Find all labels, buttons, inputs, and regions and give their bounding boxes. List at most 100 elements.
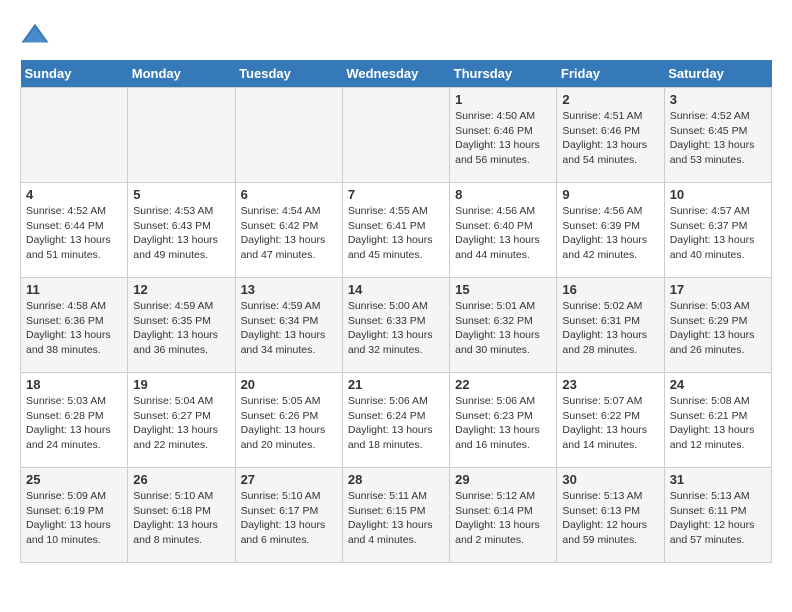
day-info: Sunrise: 5:05 AMSunset: 6:26 PMDaylight:… <box>241 394 337 453</box>
calendar-cell: 4 Sunrise: 4:52 AMSunset: 6:44 PMDaylight… <box>21 183 128 278</box>
day-number: 29 <box>455 472 551 487</box>
day-number: 12 <box>133 282 229 297</box>
calendar-cell: 25 Sunrise: 5:09 AMSunset: 6:19 PMDayligh… <box>21 468 128 563</box>
day-number: 25 <box>26 472 122 487</box>
calendar-cell <box>21 88 128 183</box>
calendar-cell: 27Sunrise: 5:10 AMSunset: 6:17 PMDayligh… <box>235 468 342 563</box>
calendar-cell: 15 Sunrise: 5:01 AMSunset: 6:32 PMDayligh… <box>450 278 557 373</box>
calendar-week-row: 1Sunrise: 4:50 AMSunset: 6:46 PMDaylight… <box>21 88 772 183</box>
calendar-cell: 1Sunrise: 4:50 AMSunset: 6:46 PMDaylight… <box>450 88 557 183</box>
day-number: 13 <box>241 282 337 297</box>
day-info: Sunrise: 5:10 AMSunset: 6:18 PMDaylight:… <box>133 489 229 548</box>
day-info: Sunrise: 5:12 AMSunset: 6:14 PMDaylight:… <box>455 489 551 548</box>
day-number: 2 <box>562 92 658 107</box>
weekday-header-friday: Friday <box>557 60 664 88</box>
day-info: Sunrise: 4:56 AMSunset: 6:40 PMDaylight:… <box>455 204 551 263</box>
calendar-cell: 18 Sunrise: 5:03 AMSunset: 6:28 PMDayligh… <box>21 373 128 468</box>
calendar-cell <box>128 88 235 183</box>
day-number: 10 <box>670 187 766 202</box>
weekday-header-wednesday: Wednesday <box>342 60 449 88</box>
calendar-cell: 24 Sunrise: 5:08 AMSunset: 6:21 PMDayligh… <box>664 373 771 468</box>
day-info: Sunrise: 4:58 AMSunset: 6:36 PMDaylight:… <box>26 299 122 358</box>
day-info: Sunrise: 5:07 AMSunset: 6:22 PMDaylight:… <box>562 394 658 453</box>
day-number: 5 <box>133 187 229 202</box>
day-info: Sunrise: 4:55 AMSunset: 6:41 PMDaylight:… <box>348 204 444 263</box>
calendar-cell: 6 Sunrise: 4:54 AMSunset: 6:42 PMDaylight… <box>235 183 342 278</box>
day-info: Sunrise: 4:52 AMSunset: 6:45 PMDaylight:… <box>670 109 766 168</box>
calendar-week-row: 18 Sunrise: 5:03 AMSunset: 6:28 PMDayligh… <box>21 373 772 468</box>
day-number: 17 <box>670 282 766 297</box>
calendar-cell: 11 Sunrise: 4:58 AMSunset: 6:36 PMDayligh… <box>21 278 128 373</box>
day-info: Sunrise: 4:57 AMSunset: 6:37 PMDaylight:… <box>670 204 766 263</box>
day-number: 28 <box>348 472 444 487</box>
day-info: Sunrise: 4:54 AMSunset: 6:42 PMDaylight:… <box>241 204 337 263</box>
calendar-cell: 20 Sunrise: 5:05 AMSunset: 6:26 PMDayligh… <box>235 373 342 468</box>
day-info: Sunrise: 4:53 AMSunset: 6:43 PMDaylight:… <box>133 204 229 263</box>
day-number: 7 <box>348 187 444 202</box>
day-info: Sunrise: 5:11 AMSunset: 6:15 PMDaylight:… <box>348 489 444 548</box>
calendar-cell: 2 Sunrise: 4:51 AMSunset: 6:46 PMDaylight… <box>557 88 664 183</box>
weekday-header-sunday: Sunday <box>21 60 128 88</box>
calendar-cell: 29 Sunrise: 5:12 AMSunset: 6:14 PMDayligh… <box>450 468 557 563</box>
day-number: 30 <box>562 472 658 487</box>
calendar-cell: 30 Sunrise: 5:13 AMSunset: 6:13 PMDayligh… <box>557 468 664 563</box>
day-number: 11 <box>26 282 122 297</box>
page-header <box>20 20 772 50</box>
calendar-cell <box>342 88 449 183</box>
calendar-body: 1Sunrise: 4:50 AMSunset: 6:46 PMDaylight… <box>21 88 772 563</box>
weekday-header-monday: Monday <box>128 60 235 88</box>
calendar-cell: 28 Sunrise: 5:11 AMSunset: 6:15 PMDayligh… <box>342 468 449 563</box>
day-info: Sunrise: 5:08 AMSunset: 6:21 PMDaylight:… <box>670 394 766 453</box>
calendar-cell: 21 Sunrise: 5:06 AMSunset: 6:24 PMDayligh… <box>342 373 449 468</box>
calendar-cell: 13 Sunrise: 4:59 AMSunset: 6:34 PMDayligh… <box>235 278 342 373</box>
day-number: 21 <box>348 377 444 392</box>
day-number: 20 <box>241 377 337 392</box>
calendar-cell: 9 Sunrise: 4:56 AMSunset: 6:39 PMDaylight… <box>557 183 664 278</box>
day-info: Sunrise: 5:06 AMSunset: 6:24 PMDaylight:… <box>348 394 444 453</box>
calendar-week-row: 4 Sunrise: 4:52 AMSunset: 6:44 PMDaylight… <box>21 183 772 278</box>
logo <box>20 20 52 50</box>
day-number: 24 <box>670 377 766 392</box>
day-info: Sunrise: 5:04 AMSunset: 6:27 PMDaylight:… <box>133 394 229 453</box>
day-number: 15 <box>455 282 551 297</box>
day-number: 31 <box>670 472 766 487</box>
calendar-cell: 8Sunrise: 4:56 AMSunset: 6:40 PMDaylight… <box>450 183 557 278</box>
day-number: 1 <box>455 92 551 107</box>
calendar-cell <box>235 88 342 183</box>
calendar-cell: 23 Sunrise: 5:07 AMSunset: 6:22 PMDayligh… <box>557 373 664 468</box>
weekday-header-tuesday: Tuesday <box>235 60 342 88</box>
day-number: 3 <box>670 92 766 107</box>
day-number: 23 <box>562 377 658 392</box>
day-info: Sunrise: 4:59 AMSunset: 6:34 PMDaylight:… <box>241 299 337 358</box>
day-info: Sunrise: 5:01 AMSunset: 6:32 PMDaylight:… <box>455 299 551 358</box>
calendar-cell: 22 Sunrise: 5:06 AMSunset: 6:23 PMDayligh… <box>450 373 557 468</box>
day-info: Sunrise: 4:51 AMSunset: 6:46 PMDaylight:… <box>562 109 658 168</box>
day-number: 9 <box>562 187 658 202</box>
calendar-cell: 19Sunrise: 5:04 AMSunset: 6:27 PMDayligh… <box>128 373 235 468</box>
day-number: 18 <box>26 377 122 392</box>
day-info: Sunrise: 4:59 AMSunset: 6:35 PMDaylight:… <box>133 299 229 358</box>
calendar-cell: 12 Sunrise: 4:59 AMSunset: 6:35 PMDayligh… <box>128 278 235 373</box>
day-info: Sunrise: 5:09 AMSunset: 6:19 PMDaylight:… <box>26 489 122 548</box>
calendar-week-row: 25 Sunrise: 5:09 AMSunset: 6:19 PMDayligh… <box>21 468 772 563</box>
calendar-cell: 17Sunrise: 5:03 AMSunset: 6:29 PMDayligh… <box>664 278 771 373</box>
day-info: Sunrise: 5:06 AMSunset: 6:23 PMDaylight:… <box>455 394 551 453</box>
day-number: 4 <box>26 187 122 202</box>
calendar-cell: 5 Sunrise: 4:53 AMSunset: 6:43 PMDaylight… <box>128 183 235 278</box>
day-info: Sunrise: 5:13 AMSunset: 6:13 PMDaylight:… <box>562 489 658 548</box>
calendar-cell: 3 Sunrise: 4:52 AMSunset: 6:45 PMDaylight… <box>664 88 771 183</box>
logo-icon <box>20 20 50 50</box>
weekday-header-thursday: Thursday <box>450 60 557 88</box>
calendar-cell: 7 Sunrise: 4:55 AMSunset: 6:41 PMDaylight… <box>342 183 449 278</box>
day-info: Sunrise: 5:03 AMSunset: 6:28 PMDaylight:… <box>26 394 122 453</box>
day-number: 22 <box>455 377 551 392</box>
calendar-cell: 31 Sunrise: 5:13 AMSunset: 6:11 PMDayligh… <box>664 468 771 563</box>
calendar-table: SundayMondayTuesdayWednesdayThursdayFrid… <box>20 60 772 563</box>
day-info: Sunrise: 4:56 AMSunset: 6:39 PMDaylight:… <box>562 204 658 263</box>
day-number: 6 <box>241 187 337 202</box>
day-info: Sunrise: 5:13 AMSunset: 6:11 PMDaylight:… <box>670 489 766 548</box>
day-info: Sunrise: 4:52 AMSunset: 6:44 PMDaylight:… <box>26 204 122 263</box>
day-number: 14 <box>348 282 444 297</box>
day-number: 16 <box>562 282 658 297</box>
day-number: 26 <box>133 472 229 487</box>
